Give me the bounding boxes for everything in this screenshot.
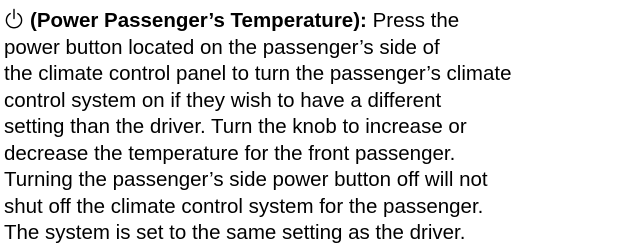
passenger-temperature-section: (Power Passenger’s Temperature): Press t… <box>4 8 628 247</box>
body-text-line: The system is set to the same setting as… <box>4 221 466 244</box>
body-text-line: setting than the driver. Turn the knob t… <box>4 115 467 138</box>
body-text-line: shut off the climate control system for … <box>4 194 484 218</box>
body-text-line: decrease the temperature for the front p… <box>4 141 456 165</box>
text-line-1: (Power Passenger’s Temperature): Press t… <box>4 8 628 35</box>
body-text-line: control system on if they wish to have a… <box>4 88 442 112</box>
body-text-line: power button located on the passenger’s … <box>4 35 440 59</box>
body-text-line: Turning the passenger’s side power butto… <box>4 168 488 191</box>
power-icon <box>4 8 24 30</box>
body-text-line: Press the <box>372 9 460 32</box>
body-text-line: the climate control panel to turn the pa… <box>4 62 512 85</box>
section-heading: (Power Passenger’s Temperature): <box>30 9 367 32</box>
